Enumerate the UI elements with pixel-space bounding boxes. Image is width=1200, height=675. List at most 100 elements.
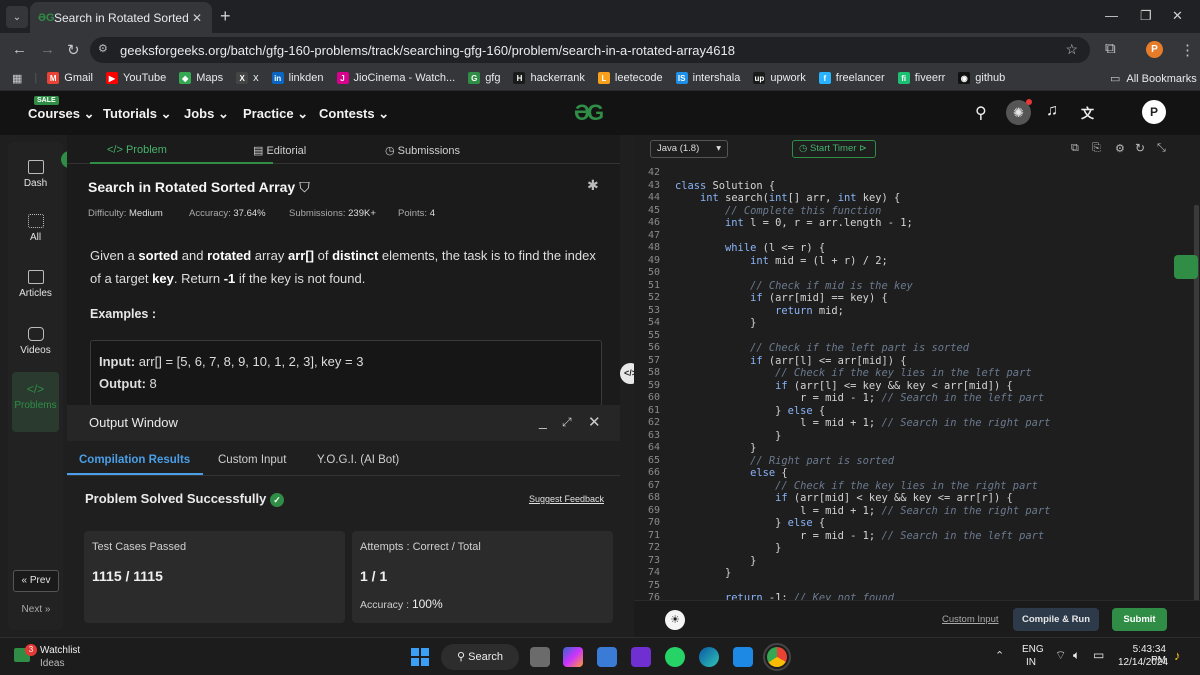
whatsapp-icon[interactable] xyxy=(665,647,685,667)
close-panel-icon[interactable]: ✕ xyxy=(588,413,601,431)
language-select[interactable]: Java (1.8) ▾ xyxy=(650,140,728,158)
start-timer-button[interactable]: ◷ Start Timer ⊳ xyxy=(792,140,876,158)
code-line[interactable]: // Check if mid is the key xyxy=(675,280,913,292)
bookmark-item[interactable]: Hhackerrank xyxy=(513,72,585,84)
bookmark-item[interactable]: M Gmail xyxy=(47,72,93,84)
search-icon[interactable]: ⚲ xyxy=(975,103,987,123)
export-icon[interactable]: ⎘ xyxy=(1092,142,1101,155)
code-line[interactable]: } else { xyxy=(675,405,825,417)
nav-jobs[interactable]: Jobs ⌄ xyxy=(184,106,229,122)
edge-icon[interactable] xyxy=(699,647,719,667)
bell-icon[interactable]: ♫ xyxy=(1046,102,1058,120)
sidebar-item-dash[interactable]: Dash xyxy=(8,160,63,189)
bookmark-item[interactable]: IS intershala xyxy=(675,72,740,84)
tab-custom-input[interactable]: Custom Input xyxy=(218,454,286,466)
prev-button[interactable]: « Prev xyxy=(13,570,59,592)
bookmark-item[interactable]: up upwork xyxy=(753,72,806,84)
apps-icon[interactable]: ▦ xyxy=(12,72,22,85)
compile-run-button[interactable]: Compile & Run xyxy=(1013,608,1099,631)
bookmark-item[interactable]: ◉ github xyxy=(958,72,1005,84)
code-line[interactable]: r = mid - 1; // Search in the left part xyxy=(675,392,1044,404)
code-line[interactable]: if (arr[l] <= arr[mid]) { xyxy=(675,355,906,367)
tab-search-icon[interactable]: ⌄ xyxy=(6,6,28,28)
extensions-icon[interactable]: ⧉ xyxy=(1105,40,1116,57)
nav-practice[interactable]: Practice ⌄ xyxy=(243,106,308,122)
chrome-icon[interactable] xyxy=(763,643,791,671)
close-tab-icon[interactable]: ✕ xyxy=(190,11,204,25)
reset-icon[interactable]: ↻ xyxy=(1135,141,1145,155)
code-line[interactable]: } xyxy=(675,542,781,554)
settings-icon[interactable]: ⚙ xyxy=(1115,142,1125,155)
custom-input-link[interactable]: Custom Input xyxy=(942,614,999,625)
code-line[interactable]: r = mid - 1; // Search in the left part xyxy=(675,530,1044,542)
windows-start-icon[interactable] xyxy=(411,648,429,666)
code-line[interactable]: else { xyxy=(675,467,788,479)
bookmark-item[interactable]: f freelancer xyxy=(818,72,885,84)
code-line[interactable]: if (arr[mid] == key) { xyxy=(675,292,888,304)
sidebar-item-videos[interactable]: Videos xyxy=(8,327,63,356)
volume-icon[interactable]: 🔈︎ xyxy=(1073,648,1080,663)
notification-bell-icon[interactable]: ♪ xyxy=(1174,648,1181,663)
bug-report-icon[interactable]: ✱ xyxy=(587,177,599,194)
taskbar-search[interactable]: ⚲ Search xyxy=(441,644,519,670)
wifi-icon[interactable]: ⌔ xyxy=(1055,648,1066,663)
submit-button[interactable]: Submit xyxy=(1112,608,1167,631)
code-line[interactable]: // Check if the key lies in the right pa… xyxy=(675,480,1038,492)
fullscreen-icon[interactable]: ⤡ xyxy=(1157,142,1166,155)
translate-icon[interactable]: 文 xyxy=(1081,103,1094,122)
site-info-icon[interactable]: ⚙ xyxy=(98,42,114,58)
bookmark-star-icon[interactable]: ☆ xyxy=(1065,41,1078,58)
nav-tutorials[interactable]: Tutorials ⌄ xyxy=(103,106,171,122)
tab-yogi-bot[interactable]: Y.O.G.I. (AI Bot) xyxy=(317,454,399,466)
chat-icon[interactable] xyxy=(1174,255,1198,279)
forward-icon[interactable]: → xyxy=(40,41,55,58)
code-line[interactable]: } xyxy=(675,442,756,454)
bookmark-item[interactable]: fi fiveerr xyxy=(897,72,945,84)
code-line[interactable]: } xyxy=(675,430,781,442)
language-indicator[interactable]: ENG xyxy=(1022,644,1044,655)
tab-compilation-results[interactable]: Compilation Results xyxy=(79,454,190,466)
sidebar-item-articles[interactable]: Articles xyxy=(8,270,63,299)
code-line[interactable]: int l = 0, r = arr.length - 1; xyxy=(675,217,913,229)
code-line[interactable]: // Check if the key lies in the left par… xyxy=(675,367,1032,379)
bookmark-item[interactable]: in linkden xyxy=(271,72,324,84)
bookmark-icon[interactable]: ⛉ xyxy=(299,179,310,195)
bookmark-item[interactable]: Xx xyxy=(236,72,259,84)
close-window-icon[interactable]: ✕ xyxy=(1172,8,1183,24)
code-line[interactable]: } xyxy=(675,317,756,329)
tab-editorial[interactable]: ▤ Editorial xyxy=(253,144,306,157)
bookmark-item[interactable]: ◆ Maps xyxy=(179,72,223,84)
code-line[interactable]: return mid; xyxy=(675,305,844,317)
code-line[interactable]: } else { xyxy=(675,517,825,529)
bookmark-item[interactable]: J JioCinema - Watch... xyxy=(336,72,455,84)
minimize-panel-icon[interactable]: _ xyxy=(539,413,547,429)
code-line[interactable]: // Check if the left part is sorted xyxy=(675,342,969,354)
code-line[interactable]: class Solution { xyxy=(675,180,775,192)
vscode-icon[interactable] xyxy=(733,647,753,667)
nav-courses[interactable]: Courses ⌄ xyxy=(28,106,95,122)
code-line[interactable]: // Complete this function xyxy=(675,205,881,217)
code-line[interactable]: if (arr[l] <= key && key < arr[mid]) { xyxy=(675,380,1013,392)
back-icon[interactable]: ← xyxy=(12,41,27,58)
code-line[interactable]: while (l <= r) { xyxy=(675,242,825,254)
watchlist-label[interactable]: Watchlist xyxy=(40,645,80,656)
gfg-logo[interactable]: ƏG xyxy=(574,100,604,126)
sidebar-item-all[interactable]: All xyxy=(8,214,63,243)
reload-icon[interactable]: ↻ xyxy=(67,41,80,59)
bookmark-item[interactable]: Ggfg xyxy=(468,72,500,84)
minimize-icon[interactable]: — xyxy=(1105,8,1118,23)
copy-icon[interactable]: ⧉ xyxy=(1071,142,1079,155)
user-avatar[interactable]: P xyxy=(1142,100,1166,124)
profile-avatar[interactable]: P xyxy=(1146,41,1163,58)
code-line[interactable]: l = mid + 1; // Search in the right part xyxy=(675,505,1050,517)
code-line[interactable]: int search(int[] arr, int key) { xyxy=(675,192,900,204)
next-button[interactable]: Next » xyxy=(13,600,59,622)
expand-panel-icon[interactable]: ⤢ xyxy=(562,415,572,430)
store-icon[interactable] xyxy=(597,647,617,667)
browser-tab[interactable]: ƏG Search in Rotated Sorted Array ✕ xyxy=(30,2,212,33)
lightbulb-icon[interactable]: ☀ xyxy=(665,610,685,630)
nav-contests[interactable]: Contests ⌄ xyxy=(319,106,389,122)
all-bookmarks[interactable]: ▭ All Bookmarks xyxy=(1110,72,1197,86)
chrome-menu-icon[interactable]: ⋮ xyxy=(1180,41,1195,59)
code-line[interactable]: if (arr[mid] < key && key <= arr[r]) { xyxy=(675,492,1013,504)
